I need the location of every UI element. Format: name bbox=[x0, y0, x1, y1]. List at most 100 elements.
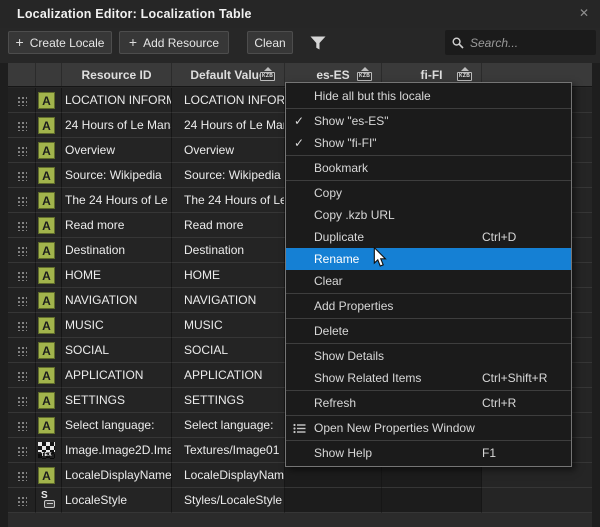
resource-id-cell[interactable]: The 24 Hours of Le Mans bbox=[62, 188, 172, 213]
drag-handle-icon bbox=[17, 246, 27, 256]
row-drag-handle[interactable] bbox=[8, 88, 36, 113]
row-drag-handle[interactable] bbox=[8, 238, 36, 263]
menu-separator bbox=[286, 108, 571, 109]
row-drag-handle[interactable] bbox=[8, 163, 36, 188]
resource-id-cell[interactable]: NAVIGATION bbox=[62, 288, 172, 313]
filter-funnel-icon[interactable] bbox=[309, 35, 327, 51]
menu-item-bookmark[interactable]: Bookmark bbox=[286, 157, 571, 179]
menu-shortcut: Ctrl+D bbox=[482, 230, 516, 244]
kzb-export-icon[interactable]: KZB bbox=[260, 67, 277, 82]
resource-id-cell[interactable]: LocaleStyle bbox=[62, 488, 172, 513]
menu-item-rename[interactable]: Rename bbox=[286, 248, 571, 270]
menu-item-label: Rename bbox=[314, 252, 359, 266]
menu-item-label: Show "fi-FI" bbox=[314, 136, 377, 150]
default-value-cell[interactable]: Source: Wikipedia bbox=[172, 163, 285, 188]
add-resource-button[interactable]: + Add Resource bbox=[119, 31, 229, 54]
row-drag-handle[interactable] bbox=[8, 388, 36, 413]
table-row: SLocaleStyleStyles/LocaleStyle bbox=[8, 488, 592, 513]
default-value-cell[interactable]: SOCIAL bbox=[172, 338, 285, 363]
resource-id-cell[interactable]: HOME bbox=[62, 263, 172, 288]
default-value-cell[interactable]: Styles/LocaleStyle bbox=[172, 488, 285, 513]
resource-id-cell[interactable]: Destination bbox=[62, 238, 172, 263]
clean-button[interactable]: Clean bbox=[247, 31, 293, 54]
default-value-cell[interactable]: APPLICATION bbox=[172, 363, 285, 388]
resource-id-cell[interactable]: Read more bbox=[62, 213, 172, 238]
plus-icon: + bbox=[129, 34, 137, 50]
row-drag-handle[interactable] bbox=[8, 188, 36, 213]
row-drag-handle[interactable] bbox=[8, 463, 36, 488]
default-value-cell[interactable]: HOME bbox=[172, 263, 285, 288]
header-resource-id[interactable]: Resource ID bbox=[62, 63, 172, 86]
default-value-cell[interactable]: LOCATION INFORMATION bbox=[172, 88, 285, 113]
resource-id-cell[interactable]: 24 Hours of Le Mans bbox=[62, 113, 172, 138]
default-value-cell[interactable]: Textures/Image01 bbox=[172, 438, 285, 463]
menu-item-copy-kzb-url[interactable]: Copy .kzb URL bbox=[286, 204, 571, 226]
text-resource-icon: A bbox=[38, 367, 55, 384]
row-drag-handle[interactable] bbox=[8, 263, 36, 288]
checkmark-icon: ✓ bbox=[294, 114, 304, 128]
menu-item-label: Refresh bbox=[314, 396, 356, 410]
resource-type-icon-cell: A bbox=[36, 313, 62, 338]
menu-item-delete[interactable]: Delete bbox=[286, 320, 571, 342]
drag-handle-icon bbox=[17, 446, 27, 456]
row-drag-handle[interactable] bbox=[8, 138, 36, 163]
resource-type-icon-cell: A bbox=[36, 338, 62, 363]
menu-item-add-properties[interactable]: Add Properties bbox=[286, 295, 571, 317]
row-drag-handle[interactable] bbox=[8, 413, 36, 438]
menu-item-label: Clear bbox=[314, 274, 343, 288]
text-resource-icon: A bbox=[38, 467, 55, 484]
resource-id-cell[interactable]: Source: Wikipedia bbox=[62, 163, 172, 188]
menu-item-copy[interactable]: Copy bbox=[286, 182, 571, 204]
resource-id-cell[interactable]: Image.Image2D.Image bbox=[62, 438, 172, 463]
row-drag-handle[interactable] bbox=[8, 313, 36, 338]
resource-id-cell[interactable]: SOCIAL bbox=[62, 338, 172, 363]
menu-item-show-es-es[interactable]: ✓Show "es-ES" bbox=[286, 110, 571, 132]
search-input[interactable] bbox=[470, 36, 589, 50]
row-drag-handle[interactable] bbox=[8, 488, 36, 513]
row-drag-handle[interactable] bbox=[8, 113, 36, 138]
menu-item-show-details[interactable]: Show Details bbox=[286, 345, 571, 367]
default-value-cell[interactable]: Select language: bbox=[172, 413, 285, 438]
locale-es-es-cell[interactable] bbox=[285, 488, 382, 513]
default-value-cell[interactable]: Read more bbox=[172, 213, 285, 238]
create-locale-button[interactable]: + Create Locale bbox=[8, 31, 112, 54]
default-value-cell[interactable]: Destination bbox=[172, 238, 285, 263]
menu-item-duplicate[interactable]: DuplicateCtrl+D bbox=[286, 226, 571, 248]
locale-fi-fi-cell[interactable] bbox=[382, 488, 482, 513]
menu-item-refresh[interactable]: RefreshCtrl+R bbox=[286, 392, 571, 414]
kzb-export-icon[interactable]: KZB bbox=[457, 67, 474, 82]
header-default-value[interactable]: Default Value KZB bbox=[172, 63, 285, 86]
close-icon[interactable]: ✕ bbox=[579, 6, 589, 20]
kzb-export-icon[interactable]: KZB bbox=[357, 67, 374, 82]
resource-id-cell[interactable]: SETTINGS bbox=[62, 388, 172, 413]
row-drag-handle[interactable] bbox=[8, 363, 36, 388]
resource-id-cell[interactable]: Select language: bbox=[62, 413, 172, 438]
resource-id-cell[interactable]: LocaleDisplayName bbox=[62, 463, 172, 488]
row-drag-handle[interactable] bbox=[8, 338, 36, 363]
default-value-cell[interactable]: 24 Hours of Le Mans bbox=[172, 113, 285, 138]
resource-id-cell[interactable]: Overview bbox=[62, 138, 172, 163]
resource-id-cell[interactable]: APPLICATION bbox=[62, 363, 172, 388]
row-drag-handle[interactable] bbox=[8, 213, 36, 238]
search-icon bbox=[452, 37, 464, 49]
row-drag-handle[interactable] bbox=[8, 438, 36, 463]
menu-item-show-fi-fi[interactable]: ✓Show "fi-FI" bbox=[286, 132, 571, 154]
drag-handle-icon bbox=[17, 496, 27, 506]
resource-id-cell[interactable]: LOCATION INFORMATION bbox=[62, 88, 172, 113]
menu-item-open-new-properties-window[interactable]: Open New Properties Window bbox=[286, 417, 571, 439]
row-drag-handle[interactable] bbox=[8, 288, 36, 313]
default-value-cell[interactable]: SETTINGS bbox=[172, 388, 285, 413]
default-value-cell[interactable]: LocaleDisplayName bbox=[172, 463, 285, 488]
default-value-cell[interactable]: NAVIGATION bbox=[172, 288, 285, 313]
menu-item-label: Show Related Items bbox=[314, 371, 421, 385]
resource-id-cell[interactable]: MUSIC bbox=[62, 313, 172, 338]
default-value-cell[interactable]: Overview bbox=[172, 138, 285, 163]
menu-item-show-help[interactable]: Show HelpF1 bbox=[286, 442, 571, 464]
text-resource-icon: A bbox=[38, 217, 55, 234]
menu-item-show-related-items[interactable]: Show Related ItemsCtrl+Shift+R bbox=[286, 367, 571, 389]
search-box[interactable] bbox=[445, 30, 596, 55]
default-value-cell[interactable]: MUSIC bbox=[172, 313, 285, 338]
menu-item-clear[interactable]: Clear bbox=[286, 270, 571, 292]
menu-item-hide-all-but-this-locale[interactable]: Hide all but this locale bbox=[286, 85, 571, 107]
default-value-cell[interactable]: The 24 Hours of Le Mans bbox=[172, 188, 285, 213]
